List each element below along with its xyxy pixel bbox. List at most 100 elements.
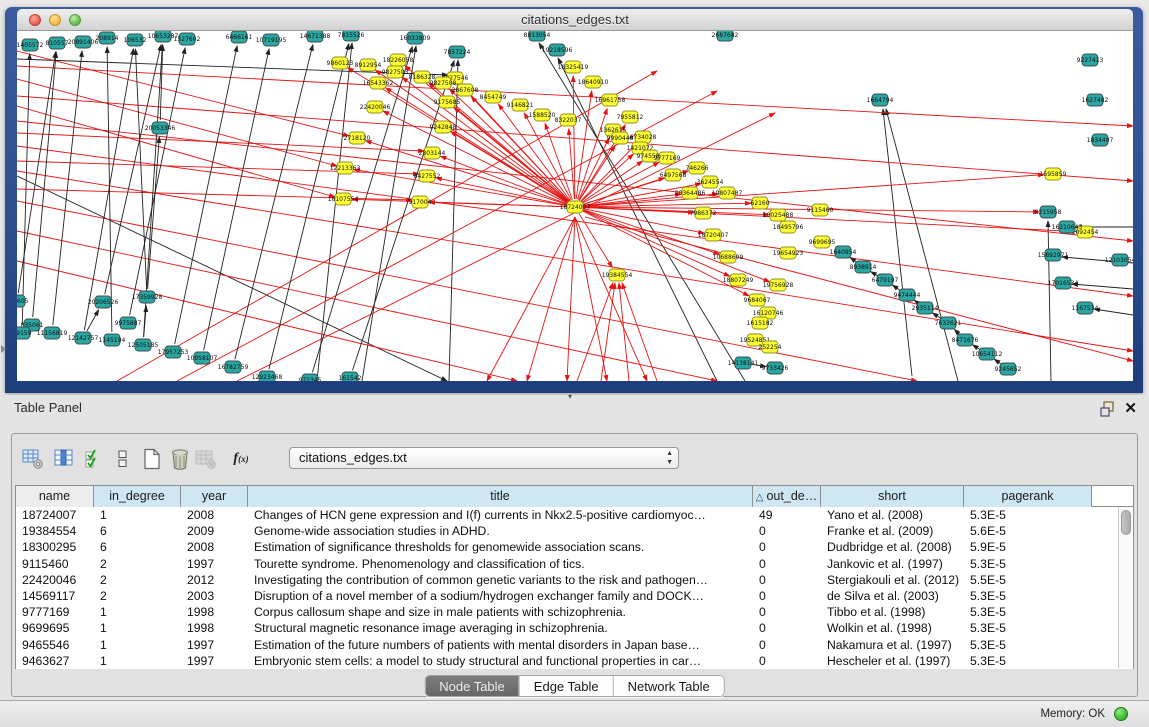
graph-edge[interactable] [148, 137, 160, 289]
table-cell: 6 [94, 523, 181, 539]
graph-node-label: 1615182 [747, 320, 774, 327]
graph-node-label: 9245652 [995, 366, 1022, 373]
graph-node-label: 16210643 [1052, 224, 1083, 231]
graph-node-label: 17957253 [158, 349, 189, 356]
graph-edge[interactable] [569, 129, 575, 199]
graph-edge[interactable] [105, 45, 161, 294]
graph-edge[interactable] [17, 106, 335, 197]
graph-edge[interactable] [107, 47, 112, 332]
graph-edge[interactable] [1048, 221, 1051, 381]
window-titlebar[interactable]: citations_edges.txt [17, 9, 1133, 31]
graph-edge[interactable] [582, 210, 729, 276]
graph-edge[interactable] [1094, 309, 1133, 315]
table-row[interactable]: 946362711997Embryonic stem cells: a mode… [16, 653, 1133, 669]
graph-edge[interactable] [130, 48, 186, 315]
citation-graph[interactable]: 1872400798601238912954182260589827503165… [17, 31, 1133, 381]
table-row[interactable]: 946554611997Estimation of the future num… [16, 637, 1133, 653]
graph-node-label: 106532 [124, 37, 147, 44]
float-window-icon[interactable] [1100, 401, 1116, 417]
table-row[interactable]: 1830029562008Estimation of significance … [16, 539, 1133, 555]
scrollbar-thumb[interactable] [1121, 510, 1131, 535]
row-boxes-icon[interactable] [110, 445, 136, 473]
delete-column-icon[interactable] [167, 445, 193, 473]
graph-edge[interactable] [17, 51, 349, 136]
table-row[interactable]: 969969511998Structural magnetic resonanc… [16, 620, 1133, 636]
memory-ok-indicator[interactable] [1114, 707, 1128, 721]
graph-edge[interactable] [87, 310, 99, 331]
graph-node-label: 1527602 [174, 36, 201, 43]
column-header-year[interactable]: year [181, 486, 248, 507]
function-builder-icon[interactable]: f(x) [224, 445, 258, 473]
table-cell: 2 [94, 572, 181, 588]
graph-node-label: 8454749 [480, 94, 507, 101]
graph-edge[interactable] [53, 51, 82, 325]
graph-node-label: 20053346 [145, 125, 176, 132]
column-header-in_degree[interactable]: in_degree [94, 486, 181, 507]
column-checklist-icon[interactable] [82, 445, 108, 473]
graph-edge[interactable] [973, 345, 981, 350]
show-columns-icon[interactable] [52, 445, 78, 473]
graph-edge[interactable] [235, 45, 313, 359]
graph-node-label: 9827503 [382, 69, 409, 76]
table-cell: 5.3E-5 [964, 637, 1092, 653]
column-header-title[interactable]: title [248, 486, 753, 507]
table-row[interactable]: 911546021997Tourette syndrome. Phenomeno… [16, 556, 1133, 572]
new-column-icon[interactable] [139, 445, 165, 473]
graph-edge[interactable] [451, 132, 568, 203]
table-cell: 9777169 [16, 604, 94, 620]
graph-node-label: 16120746 [753, 310, 784, 317]
graph-edge[interactable] [135, 49, 146, 289]
graph-edge[interactable] [577, 109, 607, 200]
tab-network-table[interactable]: Network Table [613, 676, 724, 696]
column-header-out_de[interactable]: △out_de… [753, 486, 821, 507]
graph-edge[interactable] [886, 109, 958, 381]
tab-edge-table[interactable]: Edge Table [519, 676, 613, 696]
graph-node-label: 2935114 [912, 305, 939, 312]
table-row[interactable]: 1456911722003Disruption of a novel membe… [16, 588, 1133, 604]
graph-edge[interactable] [269, 44, 349, 369]
graph-edge[interactable] [994, 359, 1001, 364]
graph-edge[interactable] [487, 217, 575, 381]
table-row[interactable]: 1938455462009Genome-wide association stu… [16, 523, 1133, 539]
table-scrollbar[interactable] [1118, 507, 1133, 668]
panel-collapse-arrow-icon[interactable] [1, 345, 6, 353]
graph-edge[interactable] [317, 43, 352, 381]
graph-node-label: 10654112 [972, 351, 1003, 358]
table-cell: 49 [753, 507, 821, 523]
table-cell: 0 [753, 556, 821, 572]
table-row[interactable]: 977716911998Corpus callosum shape and si… [16, 604, 1133, 620]
graph-edge[interactable] [585, 217, 1133, 361]
table-selector-dropdown[interactable]: citations_edges.txt ▲▼ [289, 447, 679, 469]
graph-edge[interactable] [954, 329, 959, 334]
table-cell: 5.6E-5 [964, 523, 1092, 539]
table-row[interactable]: 1872400712008Changes of HCN gene express… [16, 507, 1133, 523]
graph-node-label: 2687682 [712, 32, 739, 39]
graph-edge[interactable] [1072, 284, 1133, 289]
graph-node-label: 14138141 [728, 360, 759, 367]
column-header-pagerank[interactable]: pagerank [964, 486, 1092, 507]
table-cell: Wolkin et al. (1998) [821, 620, 964, 636]
table-settings-icon[interactable] [20, 445, 46, 473]
close-panel-icon[interactable]: ✕ [1124, 399, 1137, 417]
network-canvas[interactable]: 1872400798601238912954182260589827503165… [17, 31, 1133, 381]
graph-edge[interactable] [84, 49, 133, 330]
graph-edge[interactable] [204, 49, 269, 350]
table-cell: 5.9E-5 [964, 539, 1092, 555]
tab-node-table[interactable]: Node Table [425, 676, 519, 696]
graph-edge[interactable] [575, 217, 607, 381]
table-row[interactable]: 2242004622012Investigating the contribut… [16, 572, 1133, 588]
graph-edge[interactable] [892, 285, 900, 290]
table-cell: Yano et al. (2008) [821, 507, 964, 523]
column-header-short[interactable]: short [821, 486, 964, 507]
graph-edge[interactable] [583, 175, 1044, 207]
graph-node-label: 18226058 [383, 57, 414, 64]
graph-edge[interactable] [883, 109, 912, 376]
graph-node-label: 12505185 [128, 342, 159, 349]
graph-node-label: 14671388 [300, 33, 331, 40]
table-cell: Hescheler et al. (1997) [821, 653, 964, 669]
graph-edge[interactable] [579, 138, 609, 200]
graph-node-label: 16782759 [218, 364, 249, 371]
graph-edge[interactable] [33, 52, 56, 317]
splitter-handle-icon[interactable]: ▾ [568, 392, 572, 401]
column-header-name[interactable]: name [16, 486, 94, 507]
